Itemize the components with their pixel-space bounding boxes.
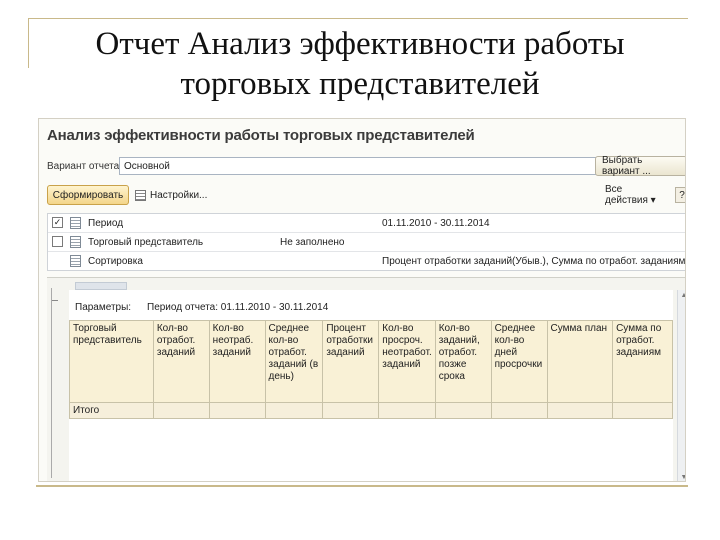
table-cell[interactable] bbox=[434, 402, 492, 419]
column-header[interactable]: Среднее кол-во отработ. заданий (в день) bbox=[264, 320, 324, 403]
table-cell[interactable] bbox=[152, 402, 210, 419]
settings-value[interactable]: Не заполнено bbox=[280, 237, 344, 248]
slide-decoration-top bbox=[28, 18, 688, 19]
slide-decoration-bottom bbox=[36, 485, 688, 487]
settings-name: Период bbox=[88, 218, 124, 229]
table-cell[interactable] bbox=[490, 402, 548, 419]
params-value: Период отчета: 01.11.2010 - 30.11.2014 bbox=[147, 302, 329, 313]
slide-title: Отчет Анализ эффективности работы торгов… bbox=[0, 24, 720, 104]
table-row-total: Итого bbox=[69, 402, 673, 419]
help-button[interactable]: ? bbox=[675, 187, 685, 203]
variant-label: Вариант отчета: bbox=[47, 161, 122, 172]
settings-button[interactable]: Настройки... bbox=[135, 185, 213, 205]
settings-row-sort[interactable]: Сортировка Процент отработки заданий(Убы… bbox=[48, 252, 685, 271]
vertical-scrollbar[interactable]: ▲ ▼ bbox=[677, 290, 685, 481]
variant-input[interactable] bbox=[119, 157, 623, 175]
settings-checkbox-period[interactable]: ✓ bbox=[52, 217, 63, 228]
column-header[interactable]: Сумма план bbox=[546, 320, 614, 403]
settings-value[interactable]: 01.11.2010 - 30.11.2014 bbox=[382, 218, 490, 229]
settings-value[interactable]: Процент отработки заданий(Убыв.), Сумма … bbox=[382, 256, 685, 267]
settings-name: Сортировка bbox=[88, 256, 143, 267]
report-tab[interactable] bbox=[75, 282, 127, 290]
settings-row-agent[interactable]: Торговый представитель Не заполнено bbox=[48, 233, 685, 252]
list-icon bbox=[70, 236, 81, 248]
table-header-row: Торговый представитель Кол-во отработ. з… bbox=[69, 320, 673, 403]
table-cell[interactable] bbox=[612, 402, 673, 419]
total-label[interactable]: Итого bbox=[69, 402, 154, 419]
settings-row-period[interactable]: ✓ Период 01.11.2010 - 30.11.2014 bbox=[48, 214, 685, 233]
settings-icon bbox=[135, 189, 146, 201]
table-cell[interactable] bbox=[378, 402, 436, 419]
column-header[interactable]: Кол-во просроч. неотработ. заданий bbox=[378, 320, 436, 403]
column-header[interactable]: Кол-во отработ. заданий bbox=[152, 320, 210, 403]
column-header[interactable]: Торговый представитель bbox=[69, 320, 154, 403]
params-label: Параметры: bbox=[75, 302, 132, 313]
scroll-down-icon[interactable]: ▼ bbox=[680, 474, 685, 481]
table-cell[interactable] bbox=[264, 402, 324, 419]
column-header[interactable]: Процент отработки заданий bbox=[322, 320, 380, 403]
list-icon bbox=[70, 255, 81, 267]
settings-button-label: Настройки... bbox=[150, 189, 208, 201]
scroll-up-icon[interactable]: ▲ bbox=[680, 292, 685, 300]
group-track bbox=[51, 288, 58, 478]
table-cell[interactable] bbox=[322, 402, 380, 419]
report-sheet: Параметры: Период отчета: 01.11.2010 - 3… bbox=[69, 290, 673, 481]
select-variant-button[interactable]: Выбрать вариант ... bbox=[595, 155, 685, 177]
table-cell[interactable] bbox=[208, 402, 266, 419]
column-header[interactable]: Кол-во заданий, отработ. позже срока bbox=[434, 320, 492, 403]
form-report-button[interactable]: Сформировать bbox=[47, 185, 129, 205]
window-title: Анализ эффективности работы торговых пре… bbox=[47, 127, 475, 144]
report-area: Параметры: Период отчета: 01.11.2010 - 3… bbox=[47, 277, 685, 481]
table-cell[interactable] bbox=[546, 402, 614, 419]
report-window: Анализ эффективности работы торговых пре… bbox=[38, 118, 686, 482]
settings-name: Торговый представитель bbox=[88, 237, 204, 248]
column-header[interactable]: Кол-во неотраб. заданий bbox=[208, 320, 266, 403]
settings-table: ✓ Период 01.11.2010 - 30.11.2014 Торговы… bbox=[47, 213, 685, 271]
slide-title-line2: торговых представителей bbox=[180, 66, 540, 102]
settings-checkbox-agent[interactable] bbox=[52, 236, 63, 247]
list-icon bbox=[70, 217, 81, 229]
slide-title-line1: Отчет Анализ эффективности работы bbox=[95, 26, 625, 62]
all-actions-menu[interactable]: Все действия ▾ bbox=[599, 184, 671, 206]
report-table: Торговый представитель Кол-во отработ. з… bbox=[69, 320, 673, 419]
column-header[interactable]: Сумма по отработ. заданиям bbox=[612, 320, 673, 403]
column-header[interactable]: Среднее кол-во дней просрочки bbox=[490, 320, 548, 403]
